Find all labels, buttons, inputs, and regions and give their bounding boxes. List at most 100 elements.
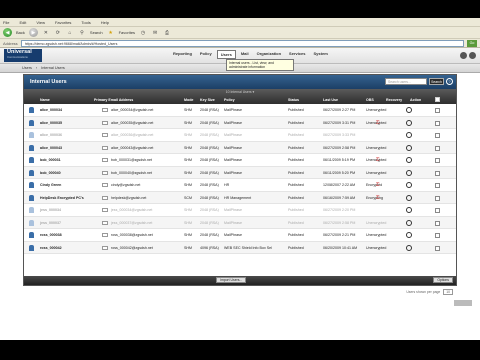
col-recovery[interactable]: Recovery: [386, 98, 402, 102]
row-checkbox[interactable]: [435, 120, 440, 126]
action-menu-icon[interactable]: [406, 119, 412, 126]
col-mode[interactable]: Mode: [184, 98, 193, 102]
forward-arrow-icon[interactable]: ▶: [28, 28, 38, 37]
cell-name[interactable]: ross_000038: [40, 233, 62, 237]
cell-name[interactable]: Cindy Green: [40, 183, 61, 187]
favorites-star-icon[interactable]: ★: [107, 29, 115, 37]
refresh-icon[interactable]: ⟳: [54, 29, 62, 37]
table-row[interactable]: bob_000040 bob_000040@zgsdsh.net SHM 2048 (…: [24, 166, 456, 179]
import-users-button[interactable]: Import Users...: [216, 277, 247, 283]
cell-name[interactable]: bob_000031: [40, 158, 61, 162]
cell-name[interactable]: jess_000034: [40, 208, 61, 212]
menu-edit[interactable]: Edit: [19, 20, 26, 25]
menu-file[interactable]: File: [3, 20, 9, 25]
row-checkbox[interactable]: [435, 245, 440, 251]
breadcrumb-users[interactable]: Users: [22, 66, 32, 70]
nav-policy[interactable]: Policy: [197, 50, 215, 59]
row-checkbox[interactable]: [435, 158, 440, 163]
table-row[interactable]: alice_000043 alice_000043@zgsdsh.net SHM 20…: [24, 141, 456, 154]
cell-name[interactable]: alice_000043: [40, 146, 62, 150]
action-menu-icon[interactable]: [406, 107, 412, 113]
mail-icon[interactable]: ✉: [151, 29, 159, 37]
action-menu-icon[interactable]: [406, 232, 412, 238]
action-menu-icon[interactable]: [406, 132, 412, 138]
search-label[interactable]: Search: [90, 30, 103, 35]
table-row[interactable]: HelpDesk Encrypted PC's helpdesk@zgsdsh.n…: [24, 191, 456, 204]
paging-select[interactable]: 10: [443, 289, 453, 295]
action-menu-icon[interactable]: [406, 207, 412, 213]
table-row[interactable]: ross_000038 ross_000038@zgsdsh.net SHM 2048…: [24, 229, 456, 242]
row-checkbox[interactable]: [435, 233, 440, 238]
back-label[interactable]: Back: [16, 30, 25, 35]
row-checkbox[interactable]: [435, 133, 440, 138]
table-row[interactable]: alice_000034 alice_000034@zgsdsh.net SHM 20…: [24, 104, 456, 117]
history-icon[interactable]: ◷: [139, 29, 147, 37]
table-row[interactable]: ross_000042 ross_000042@zgsdsh.net SHM 4096…: [24, 241, 456, 254]
nav-services[interactable]: Services: [286, 50, 308, 59]
row-checkbox[interactable]: [435, 183, 440, 188]
cell-mode: SHM: [184, 158, 192, 162]
cell-name[interactable]: jess_000037: [40, 221, 61, 225]
menu-tools[interactable]: Tools: [81, 20, 90, 25]
action-menu-icon[interactable]: [406, 157, 412, 163]
col-last-use[interactable]: Last Use: [323, 98, 338, 102]
action-menu-icon[interactable]: [406, 144, 412, 151]
action-menu-icon[interactable]: [406, 219, 412, 226]
cell-name[interactable]: bob_000040: [40, 171, 61, 175]
row-checkbox[interactable]: [435, 220, 440, 226]
cell-policy: MailPhrase: [224, 133, 242, 137]
col-key-size[interactable]: Key Size: [200, 98, 215, 102]
table-row[interactable]: jess_000037 jess_000037@zgsdsh.net SHM 2048…: [24, 216, 456, 229]
search-icon[interactable]: ⚲: [78, 29, 86, 37]
back-arrow-icon[interactable]: ◀: [3, 28, 12, 37]
table-row[interactable]: bob_000031 bob_000031@zgsdsh.net SHM 2048 (…: [24, 154, 456, 167]
nav-system[interactable]: System: [311, 50, 331, 59]
select-all-checkbox[interactable]: [435, 97, 440, 102]
table-row[interactable]: jess_000034 jess_000034@zgsdsh.net SHM 2048…: [24, 204, 456, 217]
table-row[interactable]: Cindy Green cindy@zgsdsh.net SHM 2048 (RSA)…: [24, 179, 456, 192]
menu-favorites[interactable]: Favorites: [55, 20, 71, 25]
go-button[interactable]: Go: [467, 39, 477, 47]
row-checkbox[interactable]: [435, 145, 440, 151]
col-email[interactable]: Primary Email Address: [94, 98, 133, 102]
table-row[interactable]: alice_000036 alice_000036@zgsdsh.net SHM 20…: [24, 129, 456, 142]
action-menu-icon[interactable]: [406, 244, 412, 251]
favorites-label[interactable]: Favorites: [119, 30, 135, 35]
nav-reporting[interactable]: Reporting: [170, 50, 195, 59]
menu-view[interactable]: View: [36, 20, 45, 25]
menu-help[interactable]: Help: [101, 20, 109, 25]
col-policy[interactable]: Policy: [224, 98, 235, 102]
action-menu-icon[interactable]: [406, 182, 412, 188]
row-checkbox[interactable]: [435, 195, 440, 201]
print-icon[interactable]: ⎙: [163, 29, 171, 37]
nav-organization[interactable]: Organization: [254, 50, 284, 59]
options-button[interactable]: Options: [433, 277, 453, 283]
col-obs[interactable]: OBS: [366, 98, 374, 102]
row-checkbox[interactable]: [435, 108, 440, 113]
row-checkbox[interactable]: [435, 208, 440, 213]
action-menu-icon[interactable]: [406, 194, 412, 201]
help-icon[interactable]: ?: [446, 78, 453, 85]
nav-mail[interactable]: Mail: [238, 50, 252, 59]
action-menu-icon[interactable]: [406, 169, 412, 176]
col-action[interactable]: Action: [410, 98, 421, 102]
logout-icon[interactable]: [469, 52, 476, 59]
url-input[interactable]: https://demo.zgsdsh.net:9668/mail/Admin/…: [20, 39, 464, 47]
nav-users[interactable]: Users: [216, 50, 236, 59]
search-button[interactable]: Search: [429, 78, 444, 85]
account-icon[interactable]: [460, 52, 467, 59]
table-row[interactable]: alice_000035 alice_000035@zgsdsh.net SHM 20…: [24, 116, 456, 129]
selection-count[interactable]: 10 Internal Users ▾: [24, 90, 456, 94]
user-search-input[interactable]: Search users...: [385, 78, 427, 85]
col-name[interactable]: Name: [40, 98, 50, 102]
home-icon[interactable]: ⌂: [66, 29, 74, 37]
cell-name[interactable]: HelpDesk Encrypted PC's: [40, 196, 84, 200]
cell-name[interactable]: alice_000034: [40, 108, 62, 112]
col-status[interactable]: Status: [288, 98, 299, 102]
mail-icon: [102, 108, 108, 112]
cell-name[interactable]: alice_000036: [40, 133, 62, 137]
row-checkbox[interactable]: [435, 170, 440, 176]
cell-name[interactable]: ross_000042: [40, 246, 62, 250]
cell-name[interactable]: alice_000035: [40, 121, 62, 125]
stop-icon[interactable]: ✕: [42, 29, 50, 37]
